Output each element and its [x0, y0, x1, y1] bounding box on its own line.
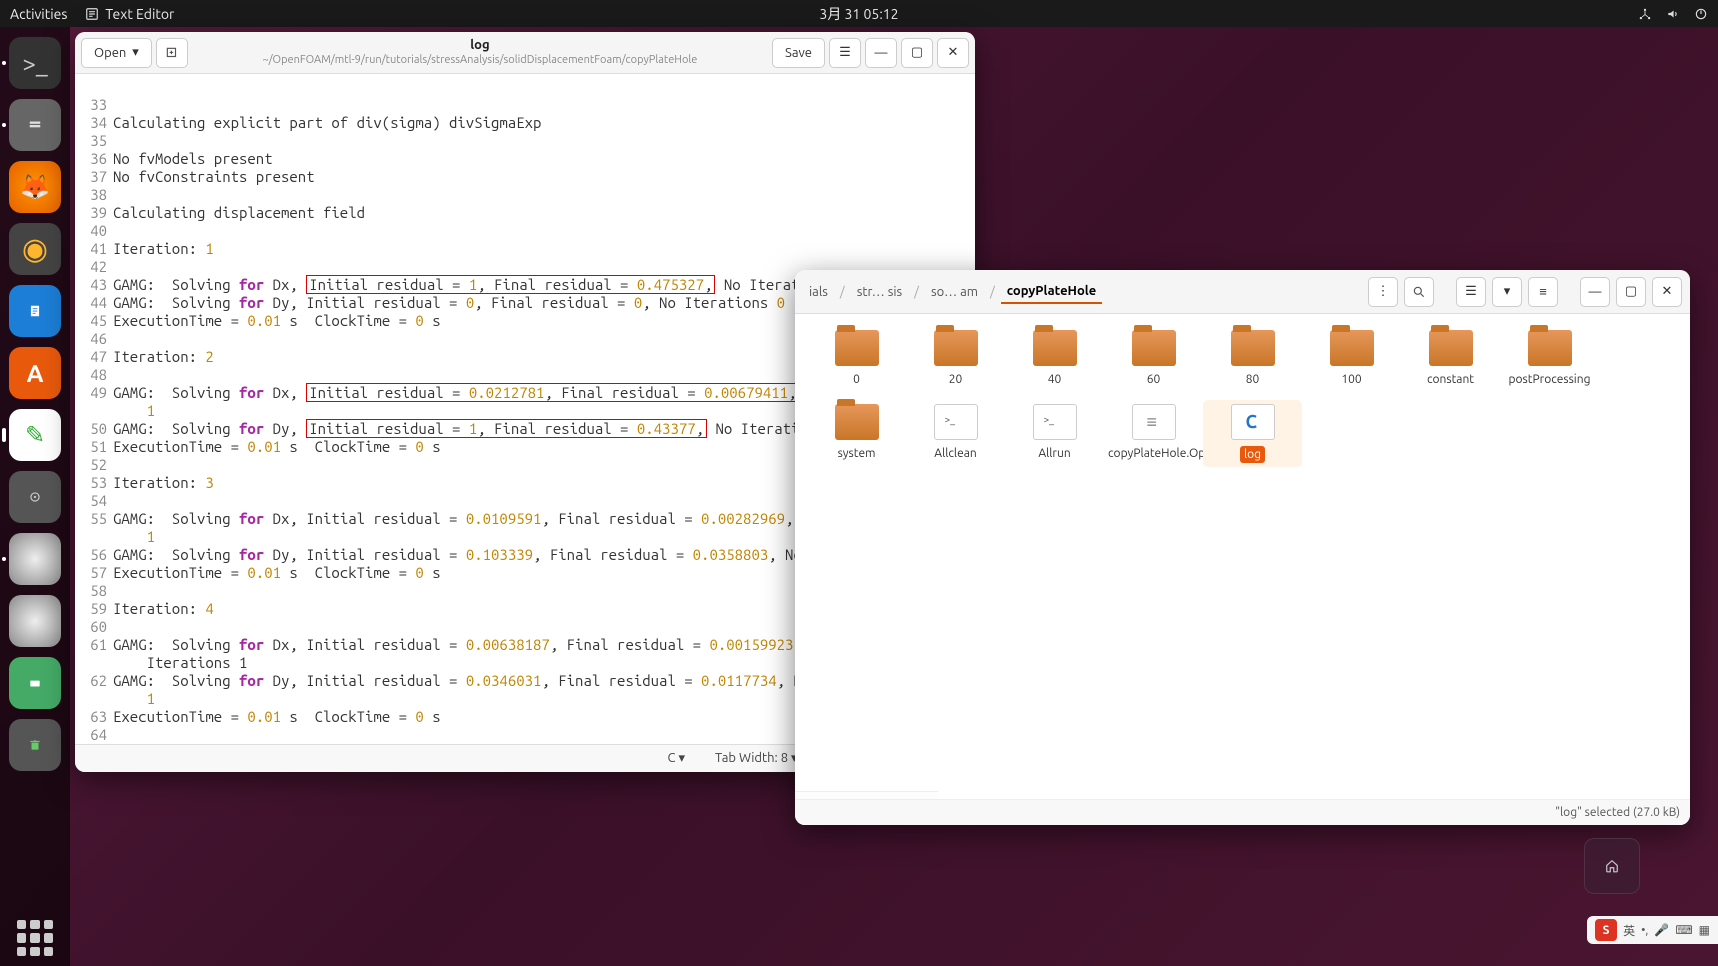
ime-sep-1: •,	[1641, 924, 1648, 937]
dock-firefox[interactable]: 🦊	[9, 161, 61, 213]
crumb-1[interactable]: ials	[803, 281, 834, 303]
ime-mic-icon[interactable]: 🎤	[1654, 923, 1669, 937]
folder-40[interactable]: 40	[1005, 326, 1104, 392]
files-body[interactable]: 0 20 40 60 80 100 constant postProcessin…	[795, 314, 1690, 799]
view-list-button[interactable]: ☰	[1456, 277, 1486, 307]
datetime[interactable]: 3月 31 05:12	[819, 4, 898, 24]
current-app[interactable]: Text Editor	[85, 6, 174, 22]
dock-trash[interactable]	[9, 719, 61, 771]
minimize-button[interactable]: —	[865, 38, 897, 68]
ime-lang: 英	[1623, 922, 1635, 939]
file-copyplatehole[interactable]: copyPlateHole.OpenFOAM	[1104, 400, 1203, 468]
folder-20[interactable]: 20	[906, 326, 1005, 392]
crumb-4[interactable]: copyPlateHole	[1001, 280, 1102, 304]
close-button[interactable]: ✕	[937, 38, 969, 68]
new-tab-button[interactable]	[156, 38, 188, 68]
dock-disc-2[interactable]	[9, 595, 61, 647]
dock-drive[interactable]	[9, 657, 61, 709]
network-icon[interactable]	[1638, 7, 1652, 21]
files-minimize-button[interactable]: —	[1580, 277, 1610, 307]
files-close-button[interactable]: ✕	[1652, 277, 1682, 307]
dock-files[interactable]	[9, 99, 61, 151]
folder-80[interactable]: 80	[1203, 326, 1302, 392]
chevron-down-icon: ▾	[132, 45, 139, 60]
tabwidth-selector[interactable]: Tab Width: 8 ▾	[715, 751, 798, 766]
window-title: log	[192, 38, 768, 54]
dock-disc-1[interactable]	[9, 533, 61, 585]
save-button[interactable]: Save	[772, 38, 825, 68]
files-window: ials/ str… sis/ so… am/ copyPlateHole ⋮ …	[795, 270, 1690, 825]
power-icon[interactable]	[1694, 7, 1708, 21]
hamburger-button[interactable]: ☰	[829, 38, 861, 68]
folder-constant[interactable]: constant	[1401, 326, 1500, 392]
text-editor-icon	[85, 7, 99, 21]
files-hamburger-button[interactable]: ≡	[1528, 277, 1558, 307]
title-block: log ~/OpenFOAM/mtl-9/run/tutorials/stres…	[192, 38, 768, 67]
ime-grid-icon[interactable]: ▦	[1699, 923, 1710, 937]
folder-100[interactable]: 100	[1302, 326, 1401, 392]
dock-text-editor[interactable]: ✎	[9, 409, 61, 461]
ime-panel[interactable]: S 英 •, 🎤 ⌨ ▦	[1587, 916, 1718, 944]
path-menu-button[interactable]: ⋮	[1368, 277, 1398, 307]
window-path: ~/OpenFOAM/mtl-9/run/tutorials/stressAna…	[192, 54, 768, 67]
topbar: Activities Text Editor 3月 31 05:12	[0, 0, 1718, 27]
file-allclean[interactable]: Allclean	[906, 400, 1005, 468]
dock: >_ 🦊 ◉ A ✎	[0, 27, 70, 966]
view-dropdown-button[interactable]: ▾	[1492, 277, 1522, 307]
lang-selector[interactable]: C ▾	[667, 751, 685, 766]
files-statusbar: "log" selected (27.0 kB)	[795, 799, 1690, 825]
editor-header: Open▾ log ~/OpenFOAM/mtl-9/run/tutorials…	[75, 32, 975, 74]
file-log[interactable]: log	[1203, 400, 1302, 468]
crumb-2[interactable]: str… sis	[851, 281, 908, 303]
search-button[interactable]	[1404, 277, 1434, 307]
folder-system[interactable]: system	[807, 400, 906, 468]
dock-ubuntu-software[interactable]: A	[9, 347, 61, 399]
file-allrun[interactable]: Allrun	[1005, 400, 1104, 468]
ime-keyboard-icon[interactable]: ⌨	[1675, 923, 1692, 937]
maximize-button[interactable]: ▢	[901, 38, 933, 68]
dock-libreoffice-writer[interactable]	[9, 285, 61, 337]
open-button[interactable]: Open▾	[81, 38, 152, 68]
folder-60[interactable]: 60	[1104, 326, 1203, 392]
crumb-3[interactable]: so… am	[925, 281, 984, 303]
files-maximize-button[interactable]: ▢	[1616, 277, 1646, 307]
dock-rhythmbox[interactable]: ◉	[9, 223, 61, 275]
desktop-home-icon[interactable]	[1584, 838, 1640, 894]
folder-0[interactable]: 0	[807, 326, 906, 392]
files-header: ials/ str… sis/ so… am/ copyPlateHole ⋮ …	[795, 270, 1690, 314]
dock-settings[interactable]	[9, 471, 61, 523]
activities-button[interactable]: Activities	[10, 6, 67, 22]
sogou-icon: S	[1595, 919, 1617, 941]
dock-terminal[interactable]: >_	[9, 37, 61, 89]
volume-icon[interactable]	[1666, 7, 1680, 21]
folder-postprocessing[interactable]: postProcessing	[1500, 326, 1599, 392]
dock-apps-grid[interactable]	[17, 920, 53, 956]
